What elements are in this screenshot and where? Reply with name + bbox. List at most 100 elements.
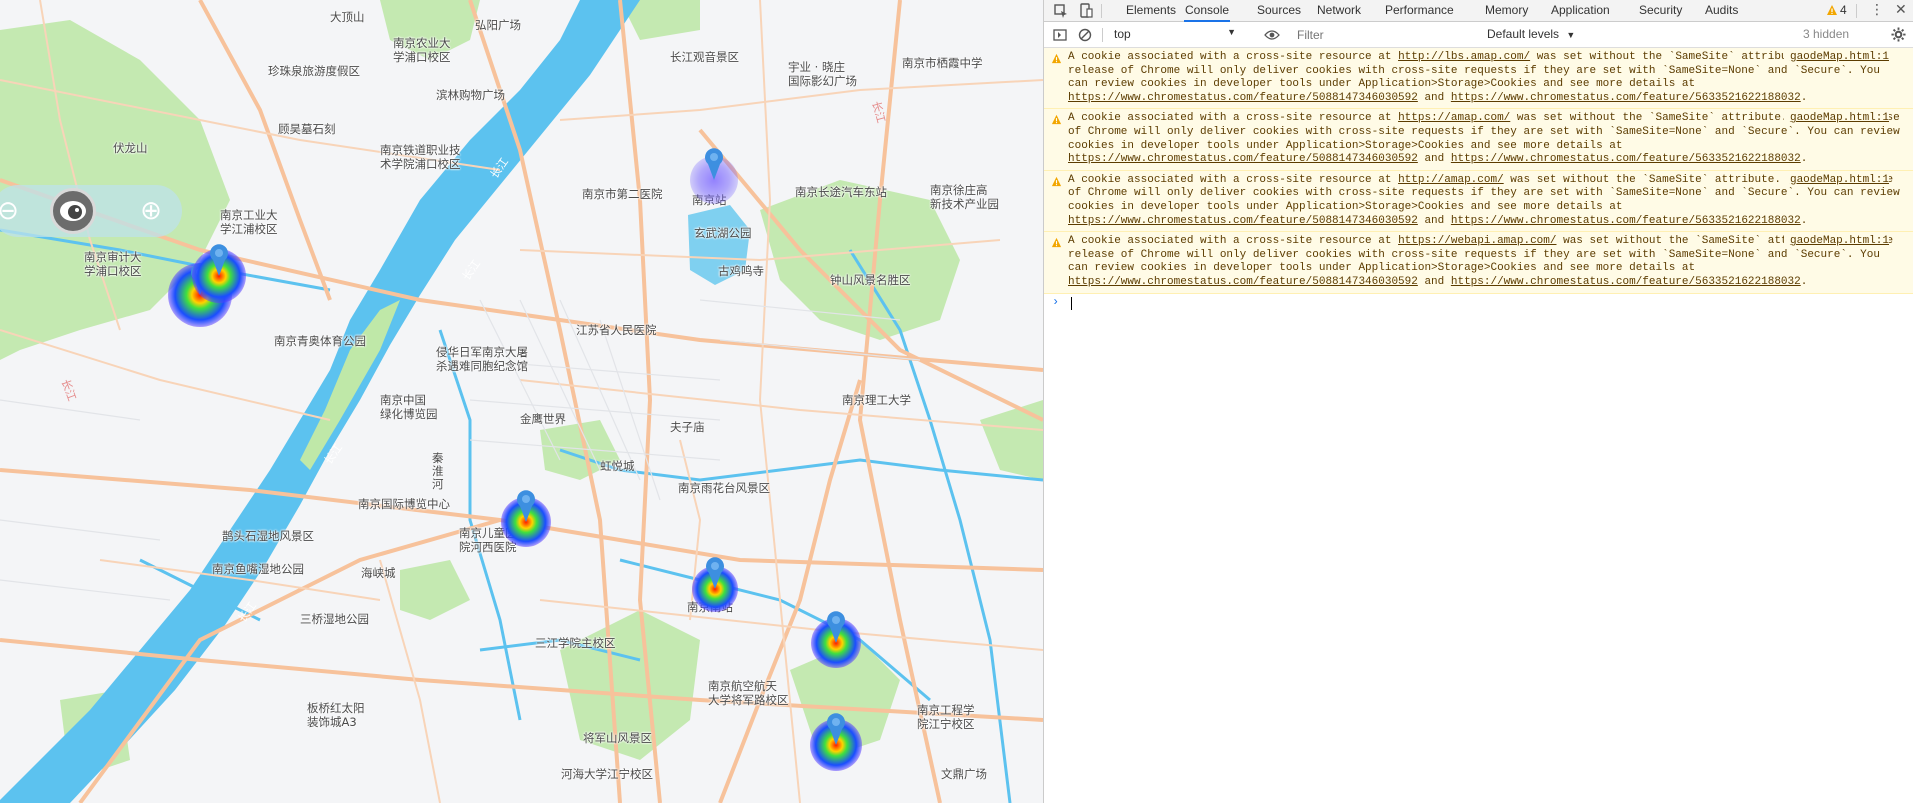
console-prompt[interactable]: › [1044, 294, 1913, 312]
context-value: top [1114, 27, 1131, 41]
console-warning-message: A cookie associated with a cross-site re… [1044, 109, 1913, 171]
map-label-jimingsi: 古鸡鸣寺 [718, 264, 764, 278]
tab-elements[interactable]: Elements [1125, 0, 1177, 22]
tab-audits[interactable]: Audits [1704, 0, 1739, 22]
map-label-hongyue: 虹悦城 [600, 459, 635, 473]
message-text: and [1417, 214, 1451, 227]
map-pin-icon[interactable] [825, 711, 847, 745]
map-label-yuhuatai: 南京雨花台风景区 [678, 481, 770, 495]
map-label-hongyang: 弘阳广场 [475, 18, 521, 32]
map-pin-icon[interactable] [825, 609, 847, 643]
map-label-qixia-school: 南京市栖霞中学 [902, 56, 983, 70]
message-link[interactable]: https://www.chromestatus.com/feature/508… [1068, 92, 1418, 104]
more-options-icon[interactable]: ⋮ [1870, 1, 1884, 18]
message-source-link[interactable]: gaodeMap.html:1 [1783, 112, 1889, 126]
message-source-link[interactable]: gaodeMap.html:1 [1783, 173, 1889, 188]
message-link[interactable]: http://amap.com/ [1398, 174, 1504, 186]
message-source-link[interactable]: gaodeMap.html:1 [1783, 235, 1889, 249]
log-levels-value: Default levels [1487, 27, 1560, 41]
message-source-link[interactable]: gaodeMap.html:1 [1783, 51, 1889, 65]
tab-application[interactable]: Application [1550, 0, 1611, 22]
message-link[interactable]: https://www.chromestatus.com/feature/508… [1068, 276, 1418, 288]
map-label-sanqiao: 三桥湿地公园 [300, 612, 369, 626]
map-label-datusha: 侵华日军南京大屠 杀遇难同胞纪念馆 [436, 345, 528, 373]
message-text: . [1800, 214, 1808, 227]
map-label-hehai: 河海大学江宁校区 [561, 767, 653, 781]
map-label-jinying: 金鹰世界 [520, 412, 566, 426]
map-label-gongcheng: 南京工程学 院江宁校区 [917, 703, 975, 731]
tab-performance[interactable]: Performance [1384, 0, 1455, 22]
message-text: A cookie associated with a cross-site re… [1068, 51, 1399, 63]
map-pin-icon[interactable] [515, 488, 537, 522]
tab-security[interactable]: Security [1638, 0, 1683, 22]
console-settings-gear-icon[interactable] [1891, 27, 1906, 42]
map-label-guoji-expo: 南京国际博览中心 [358, 497, 450, 511]
map-label-haixia: 海峡城 [361, 566, 396, 580]
tab-sources[interactable]: Sources [1256, 0, 1302, 22]
log-levels-dropdown[interactable]: Default levels ▼ [1487, 27, 1575, 41]
map-label-dingfang: 顾昊墓石刻 [278, 122, 336, 136]
map-canvas[interactable]: 大顶山 弘阳广场 南京农业大 学浦口校区 长江观音景区 宇业 · 晓庄 国际影幻… [0, 0, 1043, 803]
message-link[interactable]: https://webapi.amap.com/ [1398, 235, 1556, 247]
tab-memory[interactable]: Memory [1484, 0, 1529, 22]
map-label-fuzimiao: 夫子庙 [670, 420, 705, 434]
message-text: A cookie associated with a cross-site re… [1068, 173, 1399, 186]
console-filter-input[interactable] [1297, 26, 1447, 44]
warning-count[interactable]: 4 [1840, 3, 1847, 17]
close-devtools-icon[interactable]: ✕ [1895, 1, 1907, 18]
message-text: . [1800, 153, 1808, 166]
hidden-messages-count: 3 hidden [1803, 27, 1850, 41]
context-selector[interactable]: top ▼ [1114, 27, 1236, 43]
message-link[interactable]: https://www.chromestatus.com/feature/563… [1451, 153, 1801, 165]
clear-console-icon[interactable] [1078, 28, 1092, 42]
map-label-qingao: 南京青奥体育公园 [274, 334, 366, 348]
message-link[interactable]: https://www.chromestatus.com/feature/563… [1451, 215, 1801, 227]
tab-console[interactable]: Console [1184, 0, 1231, 22]
text-caret [1071, 296, 1072, 310]
street-view-eye-icon[interactable] [50, 188, 96, 234]
message-link[interactable]: https://www.chromestatus.com/feature/563… [1451, 92, 1801, 104]
message-link[interactable]: https://www.chromestatus.com/feature/508… [1068, 153, 1418, 165]
map-label-yuzui: 南京鱼嘴湿地公园 [212, 562, 304, 576]
map-label-datingshan: 大顶山 [330, 10, 365, 24]
console-warning-message: A cookie associated with a cross-site re… [1044, 48, 1913, 110]
map-label-binlin: 滨林购物广场 [436, 88, 505, 102]
inspect-element-icon[interactable] [1053, 3, 1069, 19]
message-link[interactable]: https://amap.com/ [1398, 112, 1510, 124]
map-label-dier: 南京市第二医院 [582, 187, 663, 201]
map-label-jiangjunshan: 将军山风景区 [583, 731, 652, 745]
zoom-out-button[interactable]: ⊖ [0, 197, 20, 223]
message-text: . [1800, 275, 1808, 288]
map-label-changjiang: 长江观音景区 [670, 50, 739, 64]
zoom-in-button[interactable]: ⊕ [139, 197, 163, 223]
live-expression-eye-icon[interactable] [1264, 29, 1280, 41]
warning-icon [1051, 176, 1062, 186]
map-label-wending: 文鼎广场 [941, 767, 987, 781]
message-link[interactable]: https://www.chromestatus.com/feature/508… [1068, 215, 1418, 227]
sidebar-toggle-icon[interactable] [1053, 28, 1067, 42]
prompt-chevron-icon: › [1052, 294, 1060, 309]
message-link[interactable]: http://lbs.amap.com/ [1398, 51, 1530, 63]
warning-icon [1827, 5, 1837, 15]
map-pin-icon[interactable] [208, 242, 230, 276]
map-label-gongye: 南京工业大 学江浦校区 [220, 208, 278, 236]
dropdown-arrow-icon: ▼ [1566, 30, 1576, 40]
device-toolbar-icon[interactable] [1078, 3, 1094, 19]
map-label-ligong: 南京理工大学 [842, 393, 911, 407]
map-label-fulongshan: 伏龙山 [113, 141, 148, 155]
map-label-nongye: 南京农业大 学浦口校区 [393, 36, 451, 64]
message-text: and [1417, 153, 1451, 166]
map-pin-icon[interactable] [703, 146, 725, 180]
devtools-panel: Elements Console Sources Network Perform… [1043, 0, 1913, 803]
console-warning-message: A cookie associated with a cross-site re… [1044, 170, 1913, 233]
console-warning-message: A cookie associated with a cross-site re… [1044, 232, 1913, 294]
message-link[interactable]: https://www.chromestatus.com/feature/563… [1451, 276, 1801, 288]
message-text: A cookie associated with a cross-site re… [1068, 235, 1399, 248]
map-pin-icon[interactable] [704, 555, 726, 589]
warning-icon [1051, 53, 1062, 64]
devtools-tab-bar: Elements Console Sources Network Perform… [1044, 0, 1913, 22]
map-label-jiangsu-hosp: 江苏省人民医院 [576, 323, 657, 337]
map-label-banqiao: 板桥红太阳 装饰城A3 [307, 701, 365, 729]
tab-network[interactable]: Network [1316, 0, 1362, 22]
map-label-changtu: 南京长途汽车东站 [795, 185, 887, 199]
